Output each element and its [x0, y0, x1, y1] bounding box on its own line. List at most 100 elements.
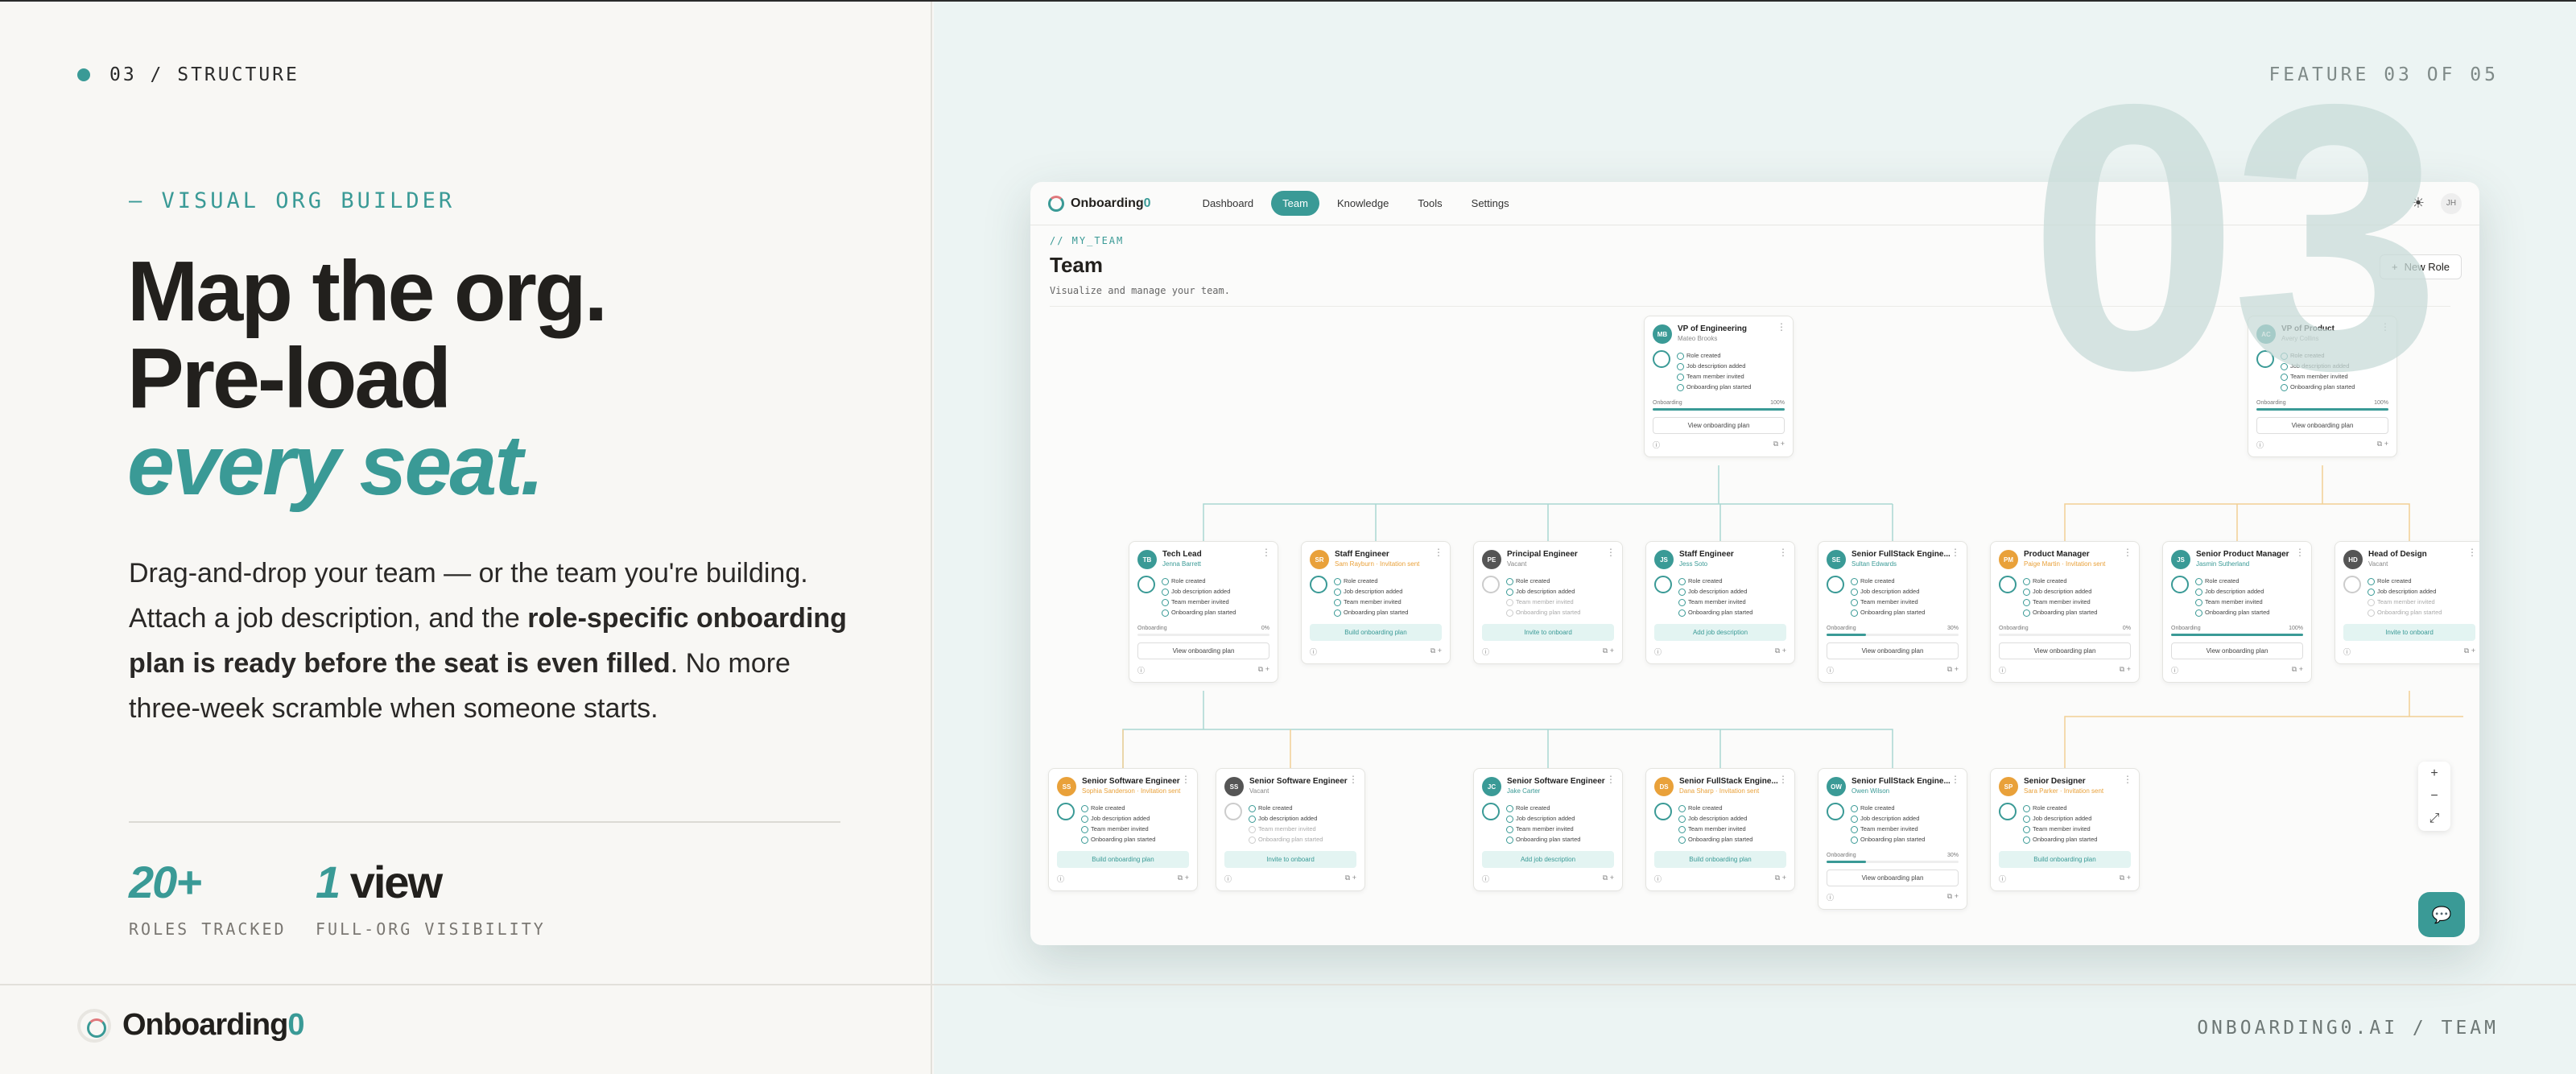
role-card[interactable]: ⋮ PM Product Manager Paige Martin · Invi… — [1990, 541, 2140, 683]
role-card[interactable]: ⋮ SE Senior FullStack Engine... Sultan E… — [1818, 541, 1967, 683]
copy-icon[interactable]: ⧉ — [1773, 440, 1778, 448]
copy-icon[interactable]: ⧉ — [1603, 646, 1608, 655]
copy-icon[interactable]: ⧉ — [2377, 440, 2382, 448]
more-icon[interactable]: ⋮ — [1778, 547, 1788, 558]
plus-icon[interactable]: + — [1352, 874, 1356, 882]
plus-icon[interactable]: + — [1610, 874, 1614, 882]
more-icon[interactable]: ⋮ — [2123, 774, 2132, 785]
info-icon[interactable]: ⓘ — [1310, 646, 1317, 657]
role-card[interactable]: ⋮ SS Senior Software Engineer Vacant Rol… — [1216, 768, 1365, 891]
fit-view-icon[interactable]: ⤢ — [2429, 812, 2440, 826]
info-icon[interactable]: ⓘ — [2256, 440, 2264, 450]
card-action-button[interactable]: Add job description — [1654, 624, 1786, 641]
role-card[interactable]: ⋮ SR Staff Engineer Sam Rayburn · Invita… — [1301, 541, 1451, 664]
info-icon[interactable]: ⓘ — [1827, 892, 1834, 903]
plus-icon[interactable]: + — [1438, 646, 1442, 655]
more-icon[interactable]: ⋮ — [1951, 774, 1960, 785]
role-card[interactable]: ⋮ JS Staff Engineer Jess Soto Role creat… — [1645, 541, 1795, 664]
plus-icon[interactable]: + — [1265, 665, 1269, 673]
card-action-button[interactable]: Build onboarding plan — [1057, 851, 1189, 868]
card-action-button[interactable]: Build onboarding plan — [1999, 851, 2131, 868]
copy-icon[interactable]: ⧉ — [2120, 665, 2124, 673]
role-card[interactable]: ⋮ PE Principal Engineer Vacant Role crea… — [1473, 541, 1623, 664]
info-icon[interactable]: ⓘ — [2343, 646, 2351, 657]
more-icon[interactable]: ⋮ — [2467, 547, 2477, 558]
info-icon[interactable]: ⓘ — [1827, 665, 1834, 675]
more-icon[interactable]: ⋮ — [1778, 774, 1788, 785]
card-action-button[interactable]: Invite to onboard — [1482, 624, 1614, 641]
info-icon[interactable]: ⓘ — [1653, 440, 1660, 450]
role-card[interactable]: ⋮ SS Senior Software Engineer Sophia San… — [1048, 768, 1198, 891]
plus-icon[interactable]: + — [1610, 646, 1614, 655]
card-action-button[interactable]: View onboarding plan — [1653, 417, 1785, 434]
zoom-in-icon[interactable]: + — [2430, 766, 2438, 781]
more-icon[interactable]: ⋮ — [2380, 321, 2390, 333]
copy-icon[interactable]: ⧉ — [1775, 646, 1780, 655]
more-icon[interactable]: ⋮ — [2295, 547, 2305, 558]
copy-icon[interactable]: ⧉ — [1430, 646, 1435, 655]
role-card[interactable]: ⋮ JS Senior Product Manager Jasmin Suthe… — [2162, 541, 2312, 683]
plus-icon[interactable]: + — [1781, 440, 1785, 448]
copy-icon[interactable]: ⧉ — [1775, 874, 1780, 882]
copy-icon[interactable]: ⧉ — [1947, 892, 1952, 900]
plus-icon[interactable]: + — [2127, 665, 2131, 673]
card-action-button[interactable]: View onboarding plan — [1137, 642, 1269, 659]
card-action-button[interactable]: View onboarding plan — [2256, 417, 2388, 434]
copy-icon[interactable]: ⧉ — [2464, 646, 2469, 655]
copy-icon[interactable]: ⧉ — [1258, 665, 1263, 673]
info-icon[interactable]: ⓘ — [1057, 874, 1064, 884]
card-action-button[interactable]: Invite to onboard — [1224, 851, 1356, 868]
plus-icon[interactable]: + — [1185, 874, 1189, 882]
info-icon[interactable]: ⓘ — [1482, 646, 1489, 657]
role-card[interactable]: ⋮ AC VP of Product Avery Collins Role cr… — [2248, 316, 2397, 457]
info-icon[interactable]: ⓘ — [1137, 665, 1145, 675]
copy-icon[interactable]: ⧉ — [1947, 665, 1952, 673]
card-action-button[interactable]: View onboarding plan — [1999, 642, 2131, 659]
more-icon[interactable]: ⋮ — [1951, 547, 1960, 558]
info-icon[interactable]: ⓘ — [1999, 874, 2006, 884]
copy-icon[interactable]: ⧉ — [2120, 874, 2124, 882]
copy-icon[interactable]: ⧉ — [2292, 665, 2297, 673]
role-card[interactable]: ⋮ JC Senior Software Engineer Jake Carte… — [1473, 768, 1623, 891]
more-icon[interactable]: ⋮ — [1261, 547, 1271, 558]
plus-icon[interactable]: + — [1955, 892, 1959, 900]
info-icon[interactable]: ⓘ — [1224, 874, 1232, 884]
card-action-button[interactable]: Invite to onboard — [2343, 624, 2475, 641]
role-card[interactable]: ⋮ HD Head of Design Vacant Role created J… — [2334, 541, 2479, 664]
role-card[interactable]: ⋮ TB Tech Lead Jenna Barrett Role create… — [1129, 541, 1278, 683]
more-icon[interactable]: ⋮ — [1181, 774, 1191, 785]
more-icon[interactable]: ⋮ — [1606, 547, 1616, 558]
more-icon[interactable]: ⋮ — [1348, 774, 1358, 785]
plus-icon[interactable]: + — [2384, 440, 2388, 448]
role-card[interactable]: ⋮ MB VP of Engineering Mateo Brooks Role… — [1644, 316, 1794, 457]
copy-icon[interactable]: ⧉ — [1603, 874, 1608, 882]
copy-icon[interactable]: ⧉ — [1345, 874, 1350, 882]
info-icon[interactable]: ⓘ — [1482, 874, 1489, 884]
chat-button[interactable]: 💬 — [2418, 892, 2465, 937]
info-icon[interactable]: ⓘ — [1999, 665, 2006, 675]
role-card[interactable]: ⋮ OW Senior FullStack Engine... Owen Wil… — [1818, 768, 1967, 910]
more-icon[interactable]: ⋮ — [1434, 547, 1443, 558]
info-icon[interactable]: ⓘ — [1654, 874, 1662, 884]
plus-icon[interactable]: + — [1955, 665, 1959, 673]
plus-icon[interactable]: + — [1782, 874, 1786, 882]
info-icon[interactable]: ⓘ — [2171, 665, 2178, 675]
card-action-button[interactable]: Build onboarding plan — [1310, 624, 1442, 641]
card-action-button[interactable]: View onboarding plan — [2171, 642, 2303, 659]
info-icon[interactable]: ⓘ — [1654, 646, 1662, 657]
plus-icon[interactable]: + — [2471, 646, 2475, 655]
more-icon[interactable]: ⋮ — [1606, 774, 1616, 785]
plus-icon[interactable]: + — [2127, 874, 2131, 882]
more-icon[interactable]: ⋮ — [2123, 547, 2132, 558]
footer-brand[interactable]: Onboarding0 — [77, 1008, 304, 1043]
role-card[interactable]: ⋮ SP Senior Designer Sara Parker · Invit… — [1990, 768, 2140, 891]
card-action-button[interactable]: Add job description — [1482, 851, 1614, 868]
plus-icon[interactable]: + — [1782, 646, 1786, 655]
copy-icon[interactable]: ⧉ — [1178, 874, 1183, 882]
zoom-out-icon[interactable]: − — [2430, 789, 2438, 803]
plus-icon[interactable]: + — [2299, 665, 2303, 673]
card-action-button[interactable]: View onboarding plan — [1827, 642, 1959, 659]
card-action-button[interactable]: Build onboarding plan — [1654, 851, 1786, 868]
card-action-button[interactable]: View onboarding plan — [1827, 870, 1959, 886]
role-card[interactable]: ⋮ DS Senior FullStack Engine... Dana Sha… — [1645, 768, 1795, 891]
